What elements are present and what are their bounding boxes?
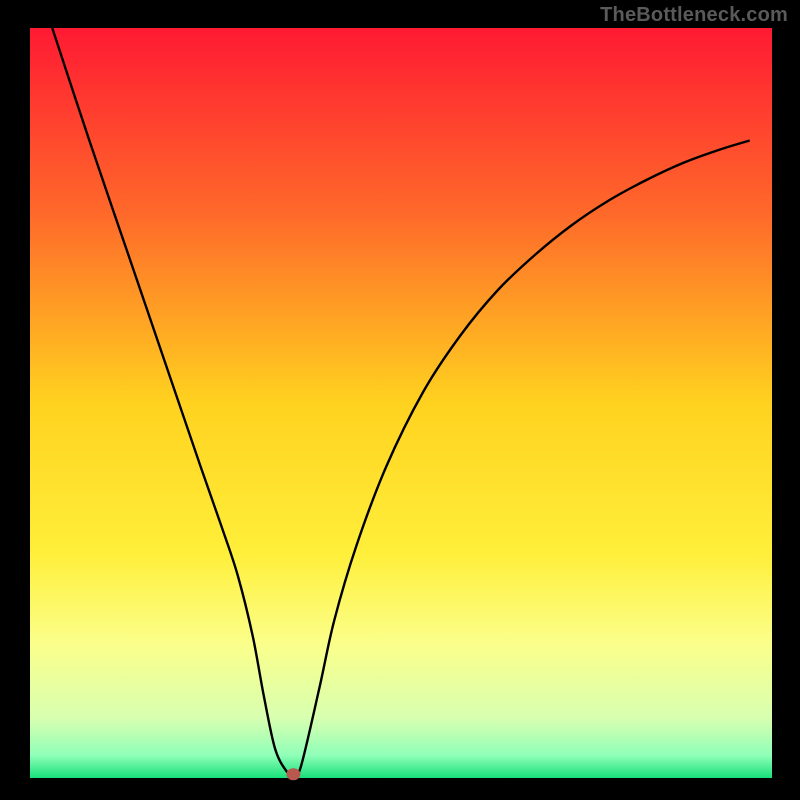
chart-svg <box>0 0 800 800</box>
chart-frame: TheBottleneck.com <box>0 0 800 800</box>
watermark-text: TheBottleneck.com <box>600 4 788 27</box>
plot-area <box>30 28 772 778</box>
optimal-point-marker <box>286 768 300 780</box>
